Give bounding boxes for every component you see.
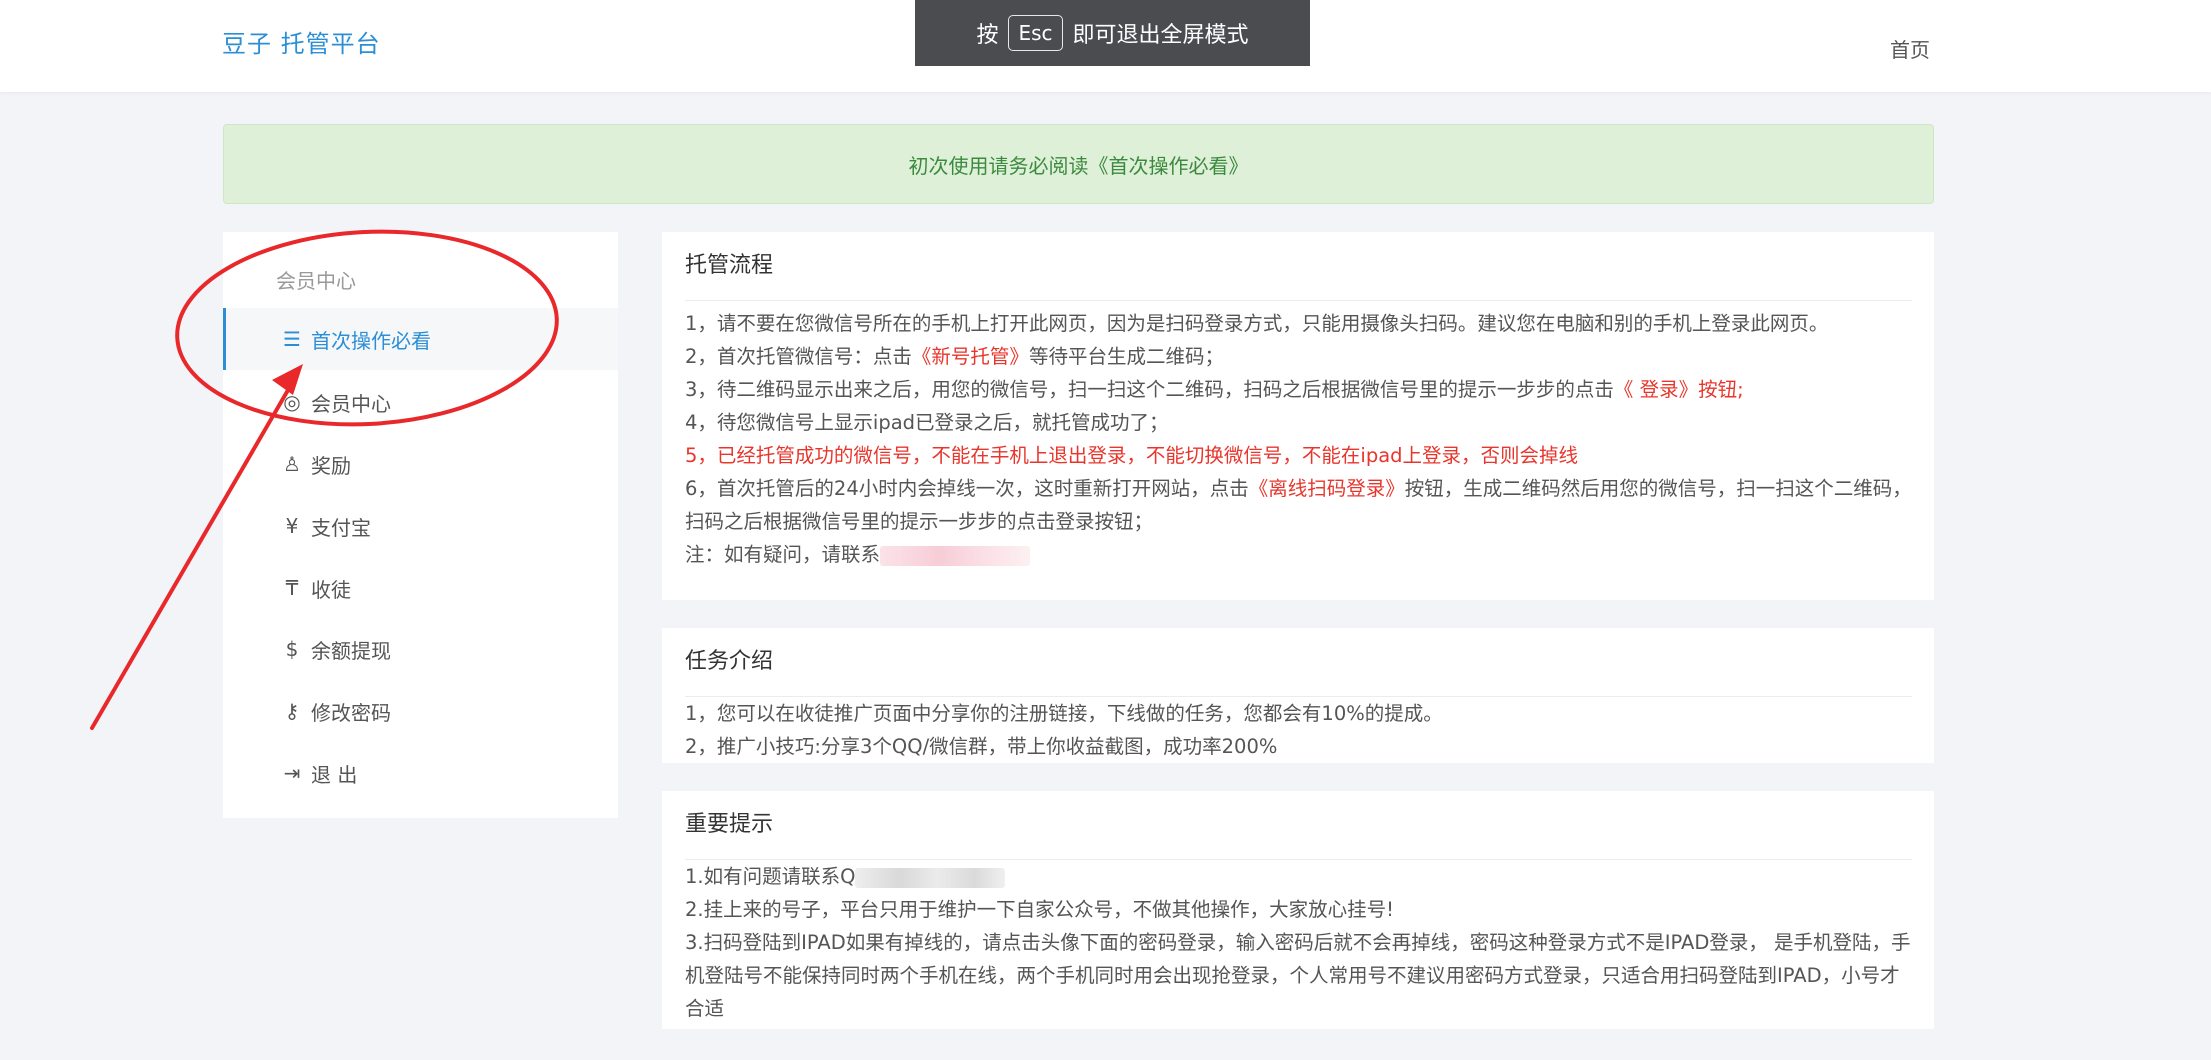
- esc-key-badge: Esc: [1008, 15, 1063, 51]
- hosting-flow-panel: 托管流程 1，请不要在您微信号所在的手机上打开此网页，因为是扫码登录方式，只能用…: [662, 232, 1934, 600]
- notice-line-1-text: 1.如有问题请联系Q: [685, 865, 856, 888]
- flow-step-2-text: 2，首次托管微信号：点击: [685, 345, 912, 368]
- sidebar-item-label: 支付宝: [311, 515, 371, 540]
- flow-step-2: 2，首次托管微信号：点击《新号托管》等待平台生成二维码；: [685, 340, 1912, 373]
- sidebar-item-label: 修改密码: [311, 700, 391, 725]
- sidebar-item-label: 余额提现: [311, 638, 391, 663]
- flow-step-3-text: 3，待二维码显示出来之后，用您的微信号，扫一扫这个二维码，扫码之后根据微信号里的…: [685, 378, 1614, 401]
- flow-note-text: 注：如有疑问，请联系: [685, 543, 881, 566]
- sidebar-item-logout[interactable]: ⇥ 退 出: [223, 742, 618, 804]
- sidebar-item-member-center[interactable]: ◎ 会员中心: [223, 371, 618, 433]
- task-line-2: 2，推广小技巧:分享3个QQ/微信群，带上你收益截图，成功率200%: [685, 735, 1278, 758]
- notice-line-1: 1.如有问题请联系Q: [685, 860, 1912, 893]
- new-hosting-link[interactable]: 《新号托管》: [912, 345, 1029, 368]
- sidebar-item-label: 奖励: [311, 453, 351, 478]
- sidebar-heading: 会员中心: [276, 269, 356, 293]
- login-button-ref: 《 登录》按钮;: [1613, 378, 1744, 401]
- alert-text[interactable]: 初次使用请务必阅读《首次操作必看》: [909, 150, 1249, 179]
- user-circle-icon: ◎: [283, 390, 301, 414]
- nav-home-link[interactable]: 首页: [1890, 34, 1930, 63]
- flow-note: 注：如有疑问，请联系: [685, 538, 1912, 571]
- sidebar-item-alipay[interactable]: ¥ 支付宝: [223, 495, 618, 557]
- notice-line-3: 3.扫码登陆到IPAD如果有掉线的，请点击头像下面的密码登录，输入密码后就不会再…: [685, 931, 1911, 1020]
- offline-scan-login-link[interactable]: 《离线扫码登录》: [1249, 477, 1405, 500]
- key-icon: ⚷: [284, 699, 300, 723]
- panel-title: 重要提示: [685, 812, 774, 837]
- redacted-contact: [880, 545, 1031, 566]
- sidebar-item-first-guide[interactable]: ☰ 首次操作必看: [223, 308, 618, 370]
- sidebar-item-label: 首次操作必看: [311, 328, 431, 353]
- sidebar-item-label: 退 出: [311, 762, 358, 787]
- panel-body: 1，请不要在您微信号所在的手机上打开此网页，因为是扫码登录方式，只能用摄像头扫码…: [685, 301, 1912, 571]
- flow-step-1: 1，请不要在您微信号所在的手机上打开此网页，因为是扫码登录方式，只能用摄像头扫码…: [685, 312, 1829, 335]
- first-use-alert: 初次使用请务必阅读《首次操作必看》: [223, 124, 1934, 204]
- panel-title: 托管流程: [685, 253, 774, 278]
- redacted-qq: [855, 867, 1006, 888]
- sidebar-item-withdraw[interactable]: $ 余额提现: [223, 618, 618, 680]
- rmb-icon: ₸: [285, 576, 299, 600]
- sidebar-item-change-password[interactable]: ⚷ 修改密码: [223, 680, 618, 742]
- sidebar-item-rewards[interactable]: ♙ 奖励: [223, 433, 618, 495]
- fullscreen-exit-tip: 按 Esc 即可退出全屏模式: [915, 0, 1310, 66]
- important-notice-panel: 重要提示 1.如有问题请联系Q 2.挂上来的号子，平台只用于维护一下自家公众号，…: [662, 791, 1934, 1029]
- yen-icon: ¥: [285, 514, 299, 538]
- esc-tip-suffix: 即可退出全屏模式: [1072, 23, 1249, 48]
- sidebar-item-label: 收徒: [311, 577, 351, 602]
- sidebar: 会员中心 ☰ 首次操作必看 ◎ 会员中心 ♙ 奖励 ¥ 支付宝 ₸ 收徒 $ 余…: [223, 232, 618, 818]
- flow-step-6: 6，首次托管后的24小时内会掉线一次，这时重新打开网站，点击《离线扫码登录》按钮…: [685, 472, 1912, 538]
- panel-body: 1，您可以在收徒推广页面中分享你的注册链接，下线做的任务，您都会有10%的提成。…: [685, 697, 1912, 763]
- task-line-1: 1，您可以在收徒推广页面中分享你的注册链接，下线做的任务，您都会有10%的提成。: [685, 702, 1443, 725]
- list-icon: ☰: [283, 327, 301, 351]
- dollar-icon: $: [285, 637, 299, 661]
- panel-body: 1.如有问题请联系Q 2.挂上来的号子，平台只用于维护一下自家公众号，不做其他操…: [685, 860, 1912, 1025]
- flow-step-2-tail: 等待平台生成二维码；: [1028, 345, 1224, 368]
- notice-line-2: 2.挂上来的号子，平台只用于维护一下自家公众号，不做其他操作，大家放心挂号!: [685, 898, 1394, 921]
- flow-step-5-warning: 5，已经托管成功的微信号，不能在手机上退出登录，不能切换微信号，不能在ipad上…: [685, 444, 1579, 467]
- sidebar-item-label: 会员中心: [311, 391, 391, 416]
- flow-step-6-text: 6，首次托管后的24小时内会掉线一次，这时重新打开网站，点击: [685, 477, 1249, 500]
- user-icon: ♙: [283, 452, 301, 476]
- task-intro-panel: 任务介绍 1，您可以在收徒推广页面中分享你的注册链接，下线做的任务，您都会有10…: [662, 628, 1934, 763]
- flow-step-3: 3，待二维码显示出来之后，用您的微信号，扫一扫这个二维码，扫码之后根据微信号里的…: [685, 373, 1912, 406]
- esc-tip-prefix: 按: [976, 23, 999, 48]
- panel-title: 任务介绍: [685, 649, 774, 674]
- flow-step-4: 4，待您微信号上显示ipad已登录之后，就托管成功了；: [685, 411, 1169, 434]
- sidebar-item-recruit[interactable]: ₸ 收徒: [223, 557, 618, 619]
- brand-logo[interactable]: 豆子 托管平台: [222, 24, 381, 59]
- logout-icon: ⇥: [283, 761, 301, 785]
